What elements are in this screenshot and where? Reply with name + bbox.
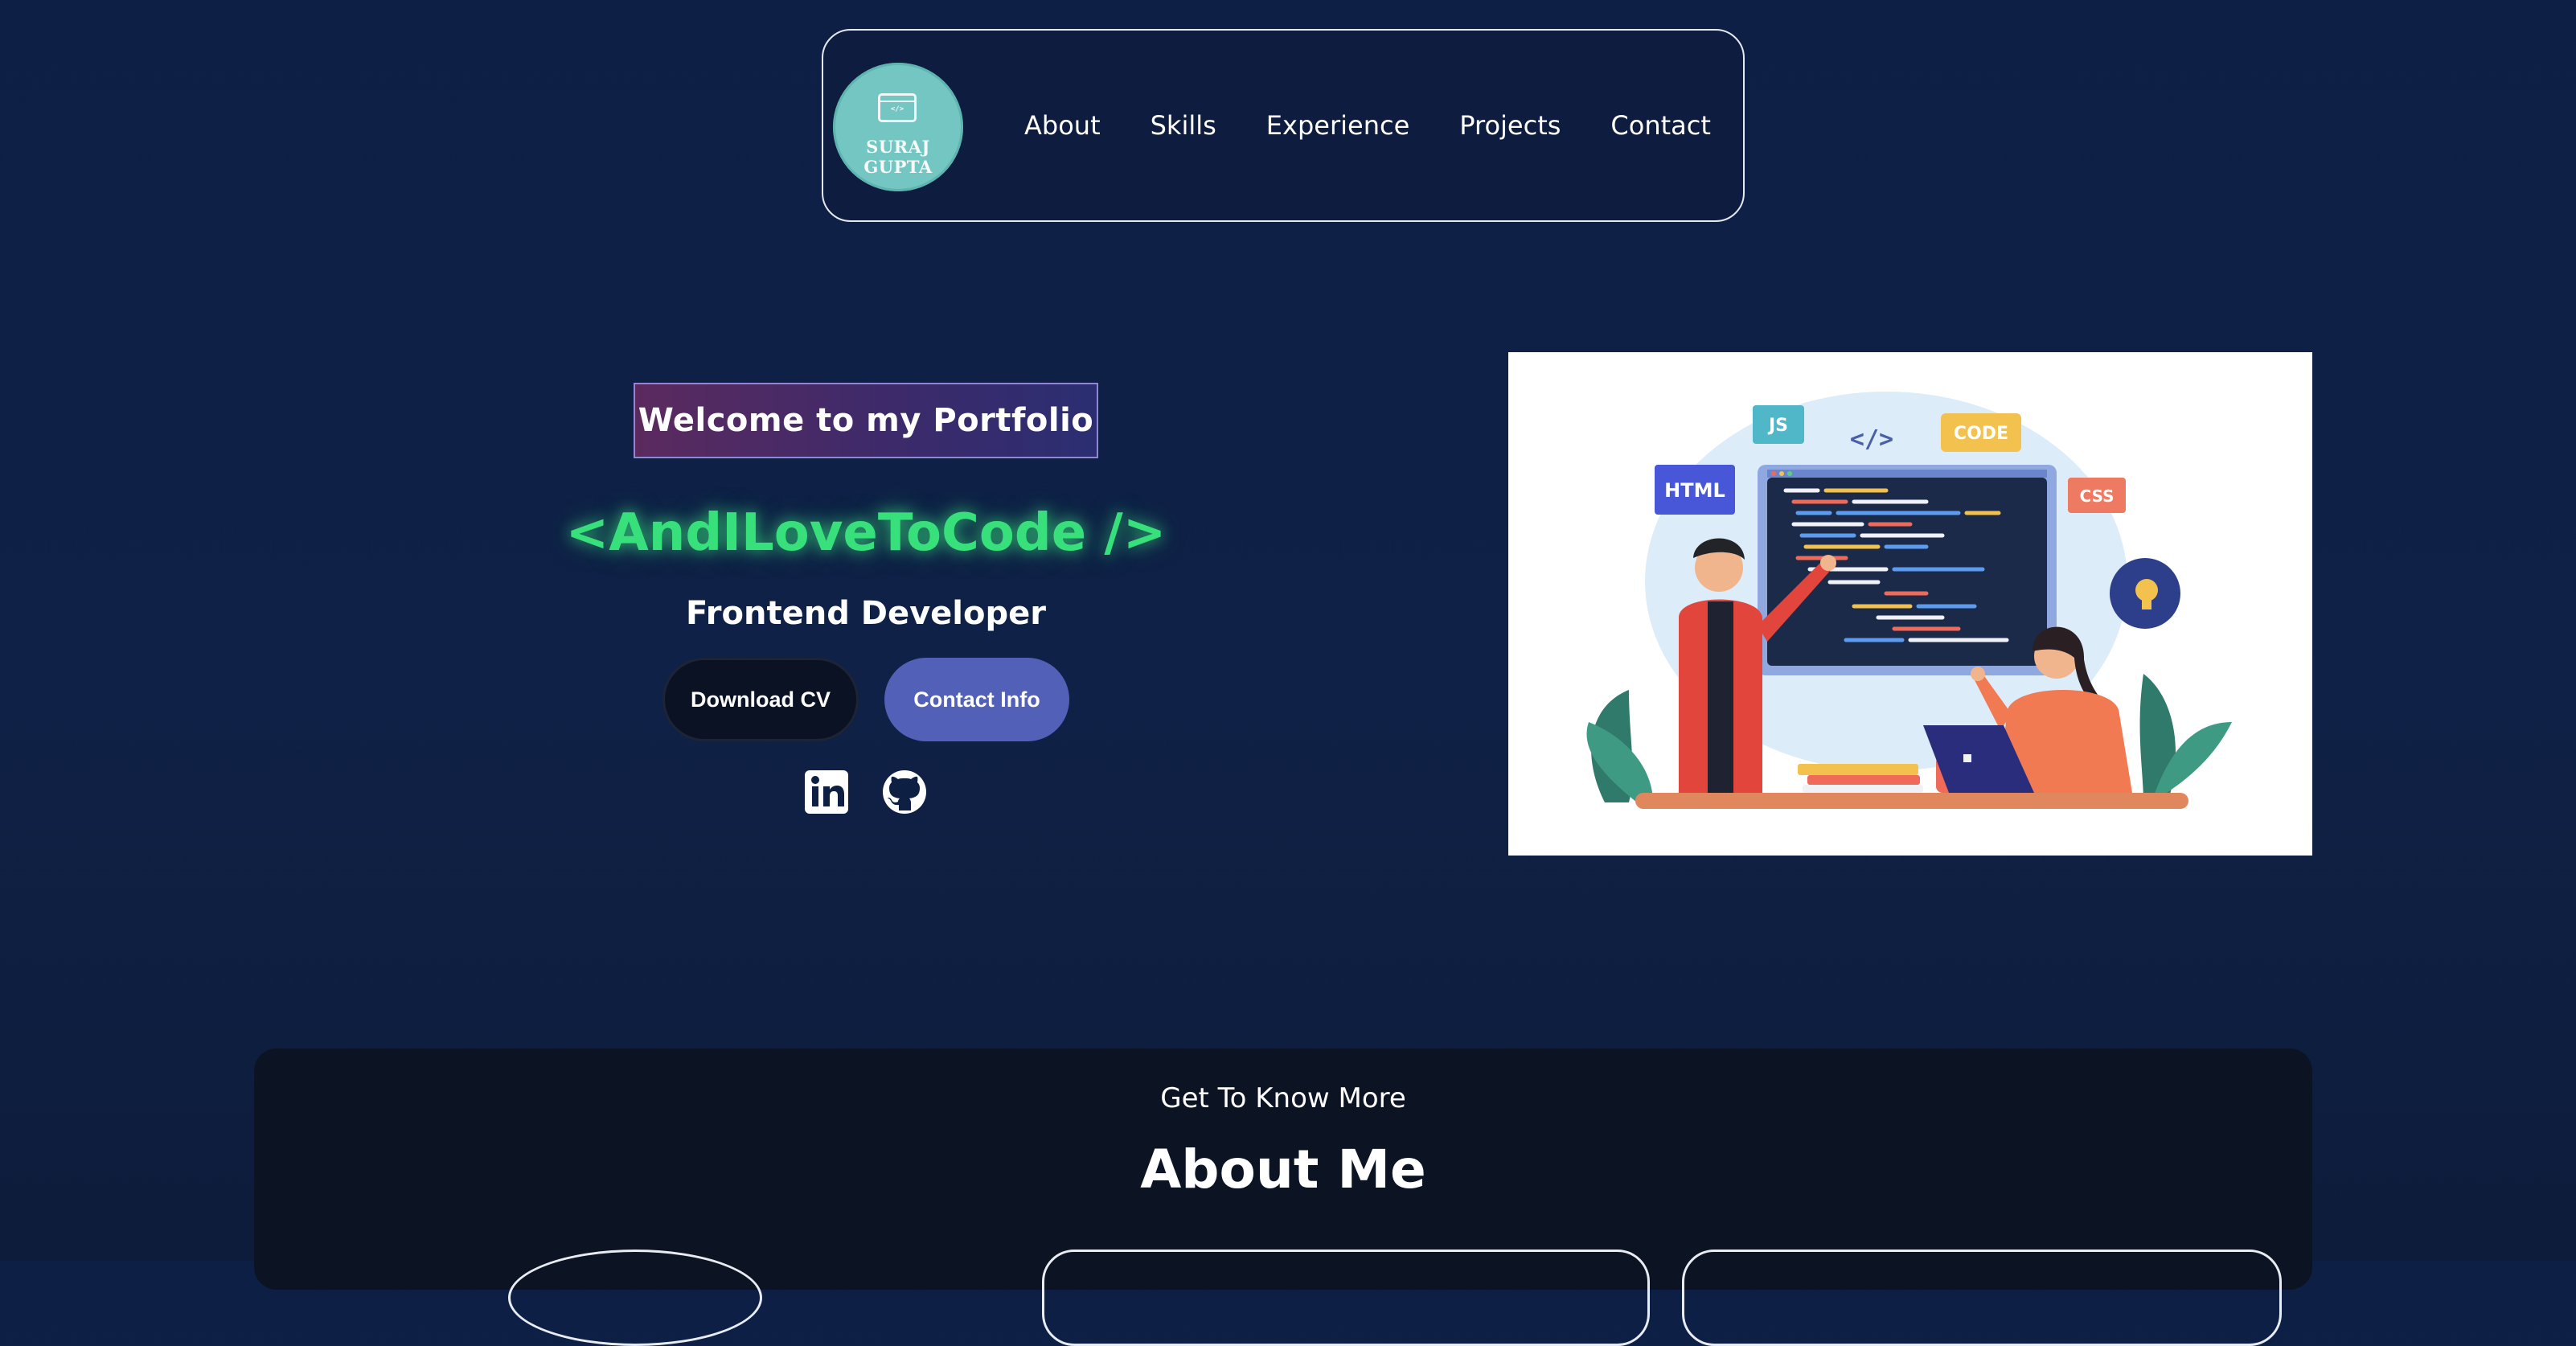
site-logo[interactable]: </> SURAJ GUPTA	[833, 63, 963, 191]
tag-code: CODE	[1954, 424, 2008, 444]
top-nav: </> SURAJ GUPTA About Skills Experience …	[822, 29, 1745, 222]
nav-link-projects[interactable]: Projects	[1459, 110, 1561, 141]
github-icon[interactable]	[881, 769, 928, 815]
about-subtitle: Get To Know More	[1160, 1082, 1406, 1114]
logo-icon-text: </>	[890, 105, 904, 113]
hero-illustration: HTML JS </> CODE CSS	[1508, 352, 2312, 856]
tag-css: CSS	[2080, 486, 2115, 506]
about-section: Get To Know More About Me	[254, 1048, 2312, 1346]
about-education-card	[1682, 1250, 2282, 1346]
download-cv-button[interactable]: Download CV	[662, 658, 859, 741]
linkedin-icon[interactable]	[803, 769, 850, 815]
nav-link-contact[interactable]: Contact	[1610, 110, 1711, 141]
tag-js: JS	[1767, 416, 1788, 436]
code-window-icon: </>	[878, 93, 917, 122]
tag-code-symbol: </>	[1850, 425, 1893, 453]
welcome-banner: Welcome to my Portfolio	[634, 383, 1098, 458]
hero-role: Frontend Developer	[686, 595, 1046, 632]
about-title: About Me	[1140, 1139, 1426, 1200]
nav-link-about[interactable]: About	[1024, 110, 1101, 141]
about-experience-card	[1042, 1250, 1650, 1346]
tag-html: HTML	[1664, 479, 1725, 502]
nav-links: About Skills Experience Projects Contact	[1024, 31, 1711, 220]
logo-name: SURAJ GUPTA	[863, 137, 933, 177]
nav-link-experience[interactable]: Experience	[1266, 110, 1409, 141]
about-profile-picture	[508, 1250, 762, 1346]
nav-link-skills[interactable]: Skills	[1151, 110, 1216, 141]
contact-info-button[interactable]: Contact Info	[884, 658, 1069, 741]
hero-tagline: <AndILoveToCode />	[565, 503, 1167, 563]
